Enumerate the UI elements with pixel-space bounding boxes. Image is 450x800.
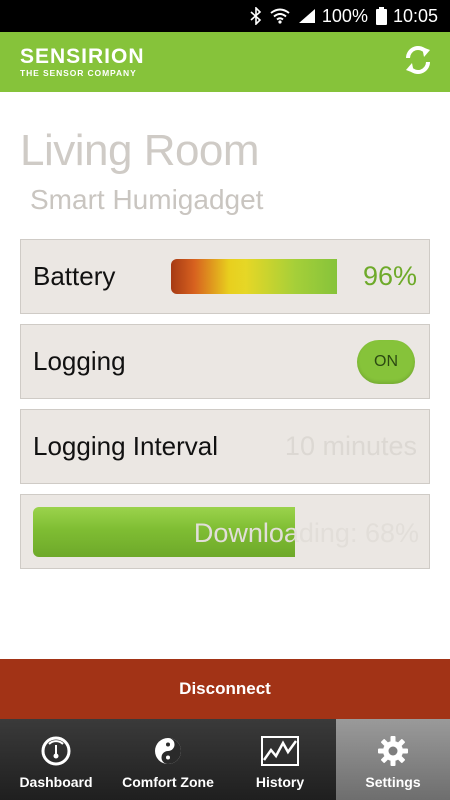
- nav-label-comfort-zone: Comfort Zone: [122, 774, 214, 790]
- logging-label: Logging: [33, 346, 126, 376]
- brand-name: SENSIRION: [20, 45, 145, 69]
- disconnect-button[interactable]: Disconnect: [0, 659, 450, 719]
- yin-yang-icon: [152, 735, 184, 767]
- logging-interval-card[interactable]: Logging Interval 10 minutes: [20, 409, 430, 484]
- nav-item-history[interactable]: History: [224, 719, 336, 800]
- battery-level-bar: [171, 259, 337, 294]
- logging-card: Logging ON: [20, 324, 430, 399]
- nav-label-history: History: [255, 774, 305, 790]
- device-name: Living Room: [20, 126, 260, 175]
- wifi-icon: [270, 8, 290, 24]
- brand-tagline: THE SENSOR COMPANY: [20, 68, 137, 79]
- clock-text: 10:05: [392, 5, 438, 26]
- battery-card: Battery 96%: [20, 239, 430, 314]
- download-progress-track: Downloading: 68%: [33, 507, 419, 557]
- device-type: Smart Humigadget: [30, 184, 264, 215]
- app-screen: 100% 10:05 SENSIRION THE SENSOR COMPANY …: [0, 0, 450, 800]
- download-card: Downloading: 68%: [20, 494, 430, 569]
- nav-item-comfort-zone[interactable]: Comfort Zone: [112, 719, 224, 800]
- signal-icon: [298, 8, 316, 24]
- logging-interval-value: 10 minutes: [284, 431, 417, 461]
- bottom-nav: Dashboard Comfort Zone History Settings: [0, 719, 450, 800]
- battery-icon: [375, 7, 387, 25]
- app-header: SENSIRION THE SENSOR COMPANY: [0, 32, 450, 92]
- refresh-icon: [402, 44, 434, 81]
- gear-icon: [377, 735, 409, 767]
- nav-label-settings: Settings: [365, 774, 421, 790]
- logging-interval-label: Logging Interval: [33, 431, 219, 461]
- gauge-icon: [40, 735, 72, 767]
- download-progress-text: Downloading: 68%: [193, 518, 419, 548]
- battery-percent-text: 100%: [321, 5, 368, 26]
- bluetooth-icon: [250, 7, 262, 25]
- nav-item-dashboard[interactable]: Dashboard: [0, 719, 112, 800]
- logging-toggle[interactable]: ON: [357, 340, 415, 384]
- refresh-button[interactable]: [400, 44, 436, 80]
- nav-item-settings[interactable]: Settings: [336, 719, 450, 800]
- brand-logo: SENSIRION THE SENSOR COMPANY: [20, 46, 145, 78]
- chart-icon: [261, 735, 299, 767]
- status-bar: 100% 10:05: [0, 0, 450, 32]
- battery-value: 96%: [362, 261, 417, 291]
- nav-label-dashboard: Dashboard: [19, 774, 93, 790]
- battery-label: Battery: [33, 261, 116, 291]
